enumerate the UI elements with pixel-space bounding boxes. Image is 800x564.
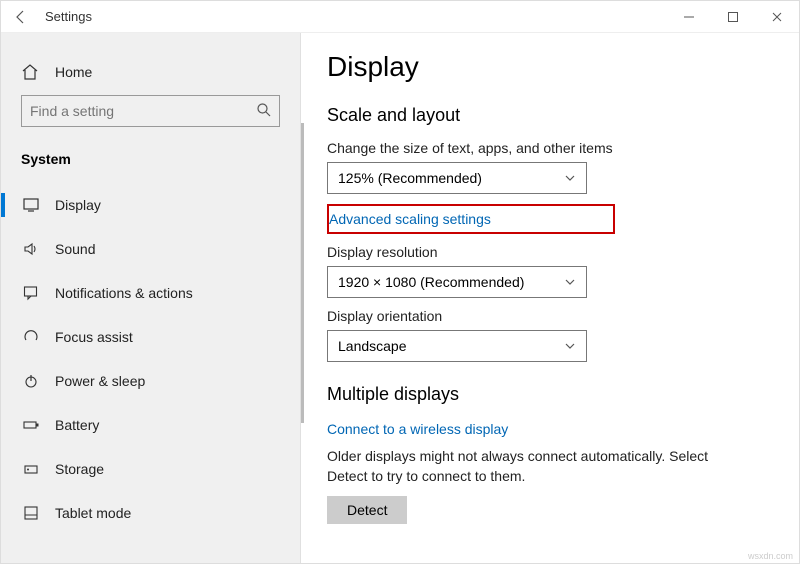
sidebar-item-tablet-mode[interactable]: Tablet mode xyxy=(1,491,300,535)
back-button[interactable] xyxy=(1,1,41,33)
home-label: Home xyxy=(55,64,92,80)
resolution-label: Display resolution xyxy=(327,244,773,260)
watermark: wsxdn.com xyxy=(748,551,793,561)
sidebar-item-label: Storage xyxy=(55,461,104,477)
sidebar-item-label: Display xyxy=(55,197,101,213)
display-icon xyxy=(21,196,41,214)
resolution-dropdown[interactable]: 1920 × 1080 (Recommended) xyxy=(327,266,587,298)
minimize-button[interactable] xyxy=(667,1,711,33)
chevron-down-icon xyxy=(564,276,576,288)
home-link[interactable]: Home xyxy=(1,57,300,95)
category-heading: System xyxy=(1,145,300,183)
search-container xyxy=(21,95,280,127)
sidebar: Home System Display Sound Notification xyxy=(1,33,301,563)
sidebar-item-display[interactable]: Display xyxy=(1,183,300,227)
window-title: Settings xyxy=(45,9,92,24)
section-multiple-displays: Multiple displays xyxy=(327,384,773,405)
search-input[interactable] xyxy=(21,95,280,127)
sidebar-item-power-sleep[interactable]: Power & sleep xyxy=(1,359,300,403)
sidebar-item-label: Tablet mode xyxy=(55,505,131,521)
scrollbar[interactable] xyxy=(301,123,304,423)
orientation-value: Landscape xyxy=(338,338,407,354)
scale-dropdown[interactable]: 125% (Recommended) xyxy=(327,162,587,194)
resolution-value: 1920 × 1080 (Recommended) xyxy=(338,274,524,290)
focus-assist-icon xyxy=(21,328,41,346)
sidebar-item-label: Battery xyxy=(55,417,99,433)
battery-icon xyxy=(21,416,41,434)
orientation-label: Display orientation xyxy=(327,308,773,324)
search-icon xyxy=(256,102,272,118)
advanced-scaling-highlight: Advanced scaling settings xyxy=(327,204,615,234)
sidebar-item-sound[interactable]: Sound xyxy=(1,227,300,271)
orientation-dropdown[interactable]: Landscape xyxy=(327,330,587,362)
sidebar-item-label: Notifications & actions xyxy=(55,285,193,301)
scale-label: Change the size of text, apps, and other… xyxy=(327,140,773,156)
titlebar: Settings xyxy=(1,1,799,33)
sidebar-item-focus-assist[interactable]: Focus assist xyxy=(1,315,300,359)
sidebar-item-storage[interactable]: Storage xyxy=(1,447,300,491)
close-button[interactable] xyxy=(755,1,799,33)
sidebar-item-label: Sound xyxy=(55,241,95,257)
section-scale-layout: Scale and layout xyxy=(327,105,773,126)
storage-icon xyxy=(21,460,41,478)
sidebar-item-label: Power & sleep xyxy=(55,373,145,389)
chevron-down-icon xyxy=(564,340,576,352)
page-title: Display xyxy=(327,51,773,83)
sidebar-item-label: Focus assist xyxy=(55,329,133,345)
main-panel: Display Scale and layout Change the size… xyxy=(301,33,799,563)
advanced-scaling-link[interactable]: Advanced scaling settings xyxy=(329,209,491,229)
detect-button[interactable]: Detect xyxy=(327,496,407,524)
older-displays-text: Older displays might not always connect … xyxy=(327,447,747,486)
tablet-icon xyxy=(21,504,41,522)
sound-icon xyxy=(21,240,41,258)
chevron-down-icon xyxy=(564,172,576,184)
sidebar-item-battery[interactable]: Battery xyxy=(1,403,300,447)
wireless-display-link[interactable]: Connect to a wireless display xyxy=(327,419,508,439)
home-icon xyxy=(21,63,41,81)
power-icon xyxy=(21,372,41,390)
sidebar-item-notifications[interactable]: Notifications & actions xyxy=(1,271,300,315)
scale-value: 125% (Recommended) xyxy=(338,170,482,186)
maximize-button[interactable] xyxy=(711,1,755,33)
notifications-icon xyxy=(21,284,41,302)
